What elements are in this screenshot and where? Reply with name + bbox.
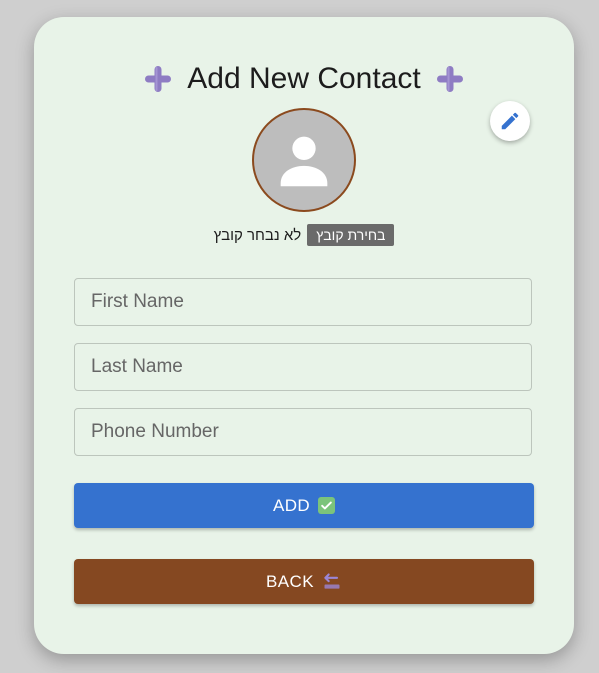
- back-arrow-icon: [324, 572, 340, 589]
- pencil-icon: [501, 112, 519, 130]
- plus-icon: [436, 66, 463, 92]
- first-name-input[interactable]: [74, 278, 532, 326]
- back-button-label: BACK: [266, 571, 314, 591]
- file-picker: בחירת קובץ לא נבחר קובץ: [34, 223, 574, 247]
- avatar: [252, 108, 356, 212]
- file-status: לא נבחר קובץ: [213, 226, 302, 244]
- phone-number-input[interactable]: [74, 408, 532, 456]
- last-name-input[interactable]: [74, 343, 532, 391]
- add-button[interactable]: ADD: [74, 483, 534, 528]
- person-icon: [280, 136, 328, 187]
- page-title: Add New Contact: [187, 62, 421, 95]
- title-row: Add New Contact: [34, 59, 574, 99]
- add-contact-card: Add New Contact בחירת קובץ לא נבחר קובץ …: [34, 17, 574, 654]
- plus-icon: [145, 66, 172, 92]
- edit-avatar-button[interactable]: [490, 101, 530, 141]
- check-box-icon: [318, 497, 336, 514]
- choose-file-button[interactable]: בחירת קובץ: [307, 224, 395, 246]
- back-button[interactable]: BACK: [74, 559, 534, 604]
- add-button-label: ADD: [272, 495, 311, 515]
